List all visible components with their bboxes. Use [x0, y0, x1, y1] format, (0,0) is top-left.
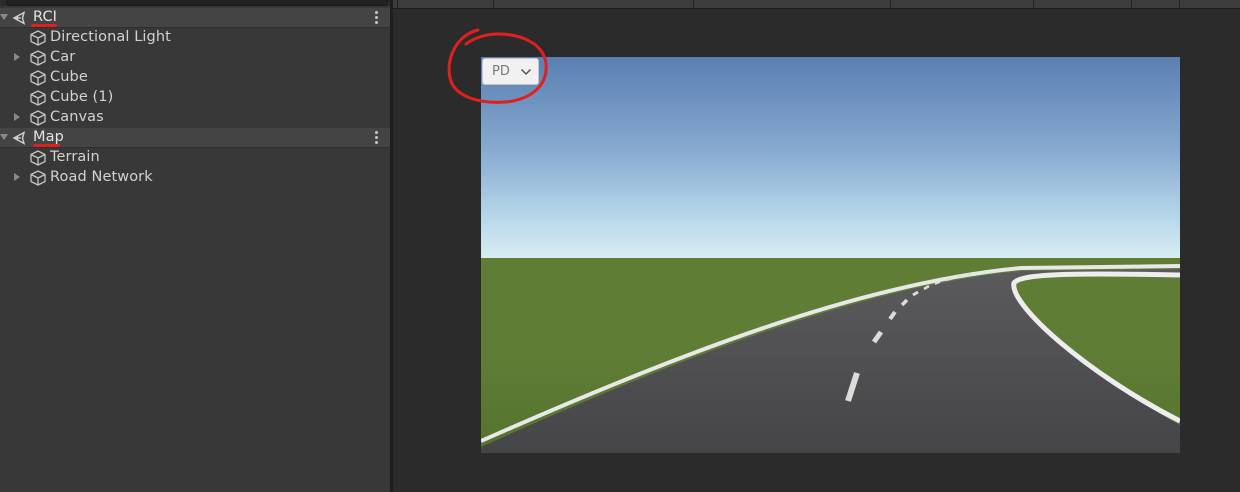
expand-arrow-icon[interactable]	[0, 14, 8, 20]
expand-arrow-icon[interactable]	[14, 53, 20, 61]
gameobject-cube-icon	[30, 150, 46, 166]
gameobject-cube-icon	[30, 30, 46, 46]
gameobject-cube-icon	[30, 50, 46, 66]
gameobject-cube-icon	[30, 110, 46, 126]
hierarchy-item-car[interactable]: Car	[0, 48, 390, 68]
game-view-panel: PD	[393, 0, 1240, 492]
gameobject-cube-icon	[30, 70, 46, 86]
scene-menu-icon[interactable]	[373, 11, 379, 25]
hierarchy-search-field[interactable]	[6, 0, 388, 6]
unity-scene-icon	[12, 11, 26, 25]
road-scene-render	[481, 57, 1180, 453]
game-viewport[interactable]	[481, 57, 1180, 453]
scene-row-rci[interactable]: RCI	[0, 8, 390, 28]
scene-menu-icon[interactable]	[373, 131, 379, 145]
dropdown-selected-value: PD	[492, 64, 510, 79]
hierarchy-item-cube-1[interactable]: Cube (1)	[0, 88, 390, 108]
gameobject-cube-icon	[30, 170, 46, 186]
chevron-down-icon	[520, 68, 532, 76]
hierarchy-item-label: Directional Light	[50, 29, 171, 45]
hierarchy-item-label: Road Network	[50, 169, 153, 185]
pd-dropdown[interactable]: PD	[482, 58, 539, 85]
hierarchy-item-road-network[interactable]: Road Network	[0, 168, 390, 188]
game-view-toolbar	[393, 0, 1240, 9]
gameobject-cube-icon	[30, 90, 46, 106]
annotation-underline-map	[33, 144, 60, 147]
hierarchy-panel: RCI Directional Light Car Cube Cube (1) …	[0, 0, 390, 492]
annotation-underline-rci	[31, 24, 57, 27]
hierarchy-item-label: Car	[50, 49, 76, 65]
hierarchy-item-directional-light[interactable]: Directional Light	[0, 28, 390, 48]
expand-arrow-icon[interactable]	[14, 113, 20, 121]
scene-label-rci: RCI	[33, 9, 58, 25]
hierarchy-item-canvas[interactable]: Canvas	[0, 108, 390, 128]
expand-arrow-icon[interactable]	[14, 173, 20, 181]
hierarchy-search-bar[interactable]	[0, 0, 390, 6]
expand-arrow-icon[interactable]	[0, 134, 8, 140]
hierarchy-item-label: Cube (1)	[50, 89, 114, 105]
scene-label-map: Map	[33, 129, 64, 145]
hierarchy-item-cube[interactable]: Cube	[0, 68, 390, 88]
hierarchy-item-label: Cube	[50, 69, 88, 85]
hierarchy-item-label: Terrain	[50, 149, 100, 165]
hierarchy-item-terrain[interactable]: Terrain	[0, 148, 390, 168]
hierarchy-item-label: Canvas	[50, 109, 104, 125]
unity-scene-icon	[12, 131, 26, 145]
